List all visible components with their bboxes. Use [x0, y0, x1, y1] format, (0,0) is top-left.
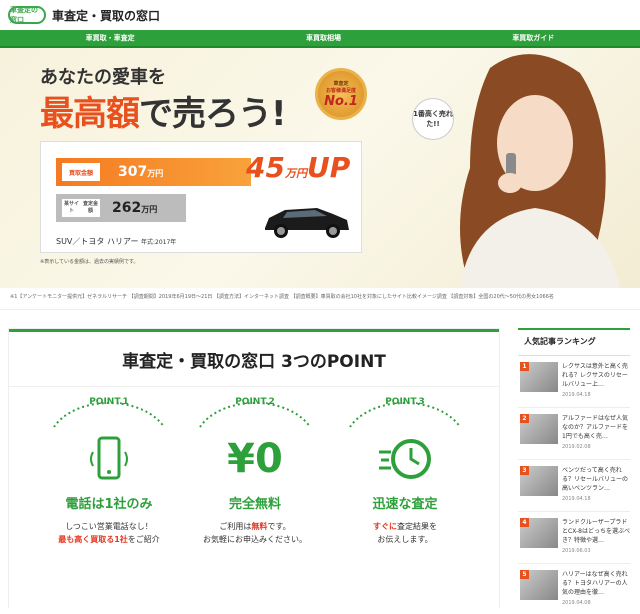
car-image — [265, 208, 349, 238]
ranking-item[interactable]: 2 アルファードはなぜ人気なのか？アルファードを1円でも高く売… 2019.02.… — [518, 408, 630, 460]
up-amount: 45万円UP — [246, 151, 351, 184]
ranking-item[interactable]: 3 ベンツだって高く売れる？リセールバリューの高いベンツラン… 2019.04.1… — [518, 460, 630, 512]
ranking-date: 2019.04.18 — [562, 496, 591, 502]
nav-item-guide[interactable]: 車買取ガイド — [512, 33, 554, 43]
woman-on-phone-image — [460, 54, 620, 288]
badge-line3: No.1 — [324, 93, 358, 109]
nav-item-souba[interactable]: 車買取相場 — [306, 33, 341, 43]
point-title: 完全無料 — [228, 497, 281, 512]
site-header: 車査定の窓口 車査定・買取の窓口 — [0, 0, 640, 30]
price-label: 買取金額 — [62, 163, 100, 181]
point-desc: すぐに査定結果を お伝えします。 — [373, 522, 437, 544]
global-nav: 車買取・車査定 車買取相場 車買取ガイド — [0, 30, 640, 48]
ranking-thumbnail[interactable]: 1 — [520, 362, 558, 392]
point-3: POINT.3 迅速な査定 すぐに査定結果を お伝えします。 — [335, 389, 475, 546]
badge-line2: お客様満足度 — [325, 87, 356, 94]
points-heading: 車査定・買取の窓口 3つのPOINT — [9, 329, 499, 387]
ranking-date: 2019.04.08 — [562, 600, 591, 606]
phone-icon — [39, 429, 179, 489]
point-desc: ご利用は無料です。 お気軽にお申込みください。 — [203, 522, 307, 544]
price-comparison: 買取金額 307万円 某サイト 査定金額 262万円 45万円UP SUV／トヨタ… — [40, 141, 362, 253]
no1-badge: 車査定 お客様満足度 No.1 — [315, 68, 367, 120]
hero-note: ※表示している金額は、過去の実績例です。 — [40, 259, 139, 265]
ranking-link[interactable]: ベンツだって高く売れる？リセールバリューの高いベンツラン… — [562, 466, 630, 493]
point-2: POINT.2 ¥0 完全無料 ご利用は無料です。 お気軽にお申込みください。 — [185, 389, 325, 546]
point-desc: しつこい営業電話なし！ 最も高く買取る1社をご紹介 — [58, 522, 160, 544]
ranking-date: 2019.02.08 — [562, 444, 591, 450]
ranking-item[interactable]: 1 レクサスは意外と高く売れる？レクサスのリセールバリュー上… 2019.04.1… — [518, 356, 630, 408]
ranking-thumbnail[interactable]: 3 — [520, 466, 558, 496]
speech-bubble: 1番高く売れた!! — [412, 98, 454, 140]
ranking-link[interactable]: アルファードはなぜ人気なのか？アルファードを1円でも高く売… — [562, 414, 630, 441]
ranking-thumbnail[interactable]: 5 — [520, 570, 558, 600]
price-row-other: 某サイト 査定金額 262万円 — [56, 194, 186, 222]
ranking-item[interactable]: 5 ハリアーはなぜ高く売れる？トヨタハリアーの人気の理由を徹… 2019.04.0… — [518, 564, 630, 614]
hero-headline-highlight: 最高額 — [40, 94, 140, 134]
ranking-title: 人気記事ランキング — [518, 328, 630, 356]
point-label: POINT.1 — [89, 397, 129, 407]
point-label: POINT.3 — [385, 397, 425, 407]
car-info: SUV／トヨタ ハリアー 年式:2017年 — [56, 237, 177, 246]
ranking-date: 2019.04.18 — [562, 392, 591, 398]
survey-note: ※1【アンケートモニター提供元】ゼネラルリサーチ 【調査期間】2019年6月19… — [0, 288, 640, 310]
speed-clock-icon — [335, 429, 475, 489]
ranking-link[interactable]: ランドクルーザープラドとCX-8はどっちを選ぶべき？特徴や選… — [562, 518, 630, 545]
ranking-link[interactable]: レクサスは意外と高く売れる？レクサスのリセールバリュー上… — [562, 362, 630, 389]
site-title[interactable]: 車査定・買取の窓口 — [52, 7, 160, 24]
main-content: 車査定・買取の窓口 3つのPOINT POINT.1 電話は1社のみ しつこい営… — [0, 310, 640, 609]
site-logo[interactable]: 車査定の窓口 — [8, 6, 46, 24]
badge-line1: 車査定 — [333, 80, 349, 87]
ranking-date: 2019.06.03 — [562, 548, 591, 554]
hero-headline: 最高額で売ろう! — [40, 86, 287, 135]
yen-icon: ¥0 — [227, 436, 283, 482]
nav-item-kaitori[interactable]: 車買取・車査定 — [86, 33, 135, 43]
hero-banner: あなたの愛車を 最高額で売ろう! 車査定 お客様満足度 No.1 買取金額 30… — [0, 48, 640, 288]
ranking-thumbnail[interactable]: 4 — [520, 518, 558, 548]
other-price-label: 某サイト 査定金額 — [62, 199, 100, 217]
point-title: 迅速な査定 — [372, 497, 438, 512]
hero-headline-rest: で売ろう! — [139, 94, 287, 134]
point-title: 電話は1社のみ — [65, 497, 153, 512]
other-price-amount: 262万円 — [112, 200, 158, 216]
point-1: POINT.1 電話は1社のみ しつこい営業電話なし！ 最も高く買取る1社をご紹介 — [39, 389, 179, 546]
price-row-ours: 買取金額 307万円 — [56, 158, 251, 186]
points-section: 車査定・買取の窓口 3つのPOINT POINT.1 電話は1社のみ しつこい営… — [8, 328, 500, 609]
ranking-link[interactable]: ハリアーはなぜ高く売れる？トヨタハリアーの人気の理由を徹… — [562, 570, 630, 597]
ranking-item[interactable]: 4 ランドクルーザープラドとCX-8はどっちを選ぶべき？特徴や選… 2019.06… — [518, 512, 630, 564]
ranking-thumbnail[interactable]: 2 — [520, 414, 558, 444]
price-amount: 307万円 — [118, 164, 164, 180]
point-label: POINT.2 — [235, 397, 275, 407]
ranking-sidebar: 人気記事ランキング 1 レクサスは意外と高く売れる？レクサスのリセールバリュー上… — [518, 328, 630, 614]
